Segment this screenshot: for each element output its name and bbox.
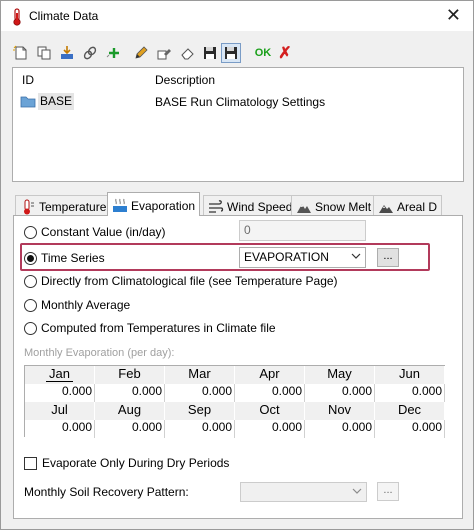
soil-recovery-browse-button[interactable]: ... (377, 482, 399, 501)
tab-label: Temperature (39, 200, 107, 214)
radio-circle (24, 298, 37, 312)
month-value-feb[interactable]: 0.000 (95, 384, 165, 402)
month-header-feb[interactable]: Feb (95, 366, 165, 384)
month-header-aug[interactable]: Aug (95, 402, 165, 420)
soil-recovery-select[interactable] (240, 482, 367, 502)
month-header-jan[interactable]: Jan (25, 366, 95, 384)
rename-icon[interactable] (154, 43, 174, 63)
month-value-jun[interactable]: 0.000 (375, 384, 445, 402)
radio-circle (24, 225, 37, 239)
title-bar: Climate Data ✕ (1, 1, 473, 31)
tab-label: Areal D (397, 200, 438, 214)
month-header-dec[interactable]: Dec (375, 402, 445, 420)
radio-label: Monthly Average (41, 298, 131, 312)
checkbox-box (24, 456, 37, 470)
radio-label: Computed from Temperatures in Climate fi… (41, 321, 276, 335)
month-value-nov[interactable]: 0.000 (305, 420, 375, 438)
month-value-may[interactable]: 0.000 (305, 384, 375, 402)
list-item-description[interactable]: BASE Run Climatology Settings (155, 95, 325, 109)
month-value-apr[interactable]: 0.000 (235, 384, 305, 402)
month-header-jul[interactable]: Jul (25, 402, 95, 420)
folder-icon (20, 96, 36, 108)
ok-button[interactable]: OK (253, 43, 273, 63)
month-header-sep[interactable]: Sep (165, 402, 235, 420)
thermometer-icon (24, 199, 34, 215)
radio-circle (24, 321, 37, 335)
radio-from-climatological-file[interactable]: Directly from Climatological file (see T… (24, 274, 338, 288)
column-header-id[interactable]: ID (22, 73, 34, 87)
link-icon[interactable] (80, 43, 100, 63)
close-button[interactable]: ✕ (446, 5, 461, 25)
column-header-description[interactable]: Description (155, 73, 215, 87)
month-header-may[interactable]: May (305, 366, 375, 384)
month-value-dec[interactable]: 0.000 (375, 420, 445, 438)
tab-strip: Temperature Evaporation Wind Speed Snow … (13, 192, 463, 216)
radio-circle (24, 251, 37, 265)
month-value-sep[interactable]: 0.000 (165, 420, 235, 438)
dry-periods-checkbox[interactable]: Evaporate Only During Dry Periods (24, 456, 229, 470)
areal-depletion-icon (379, 205, 393, 213)
month-header-apr[interactable]: Apr (235, 366, 305, 384)
climate-data-window: Climate Data ✕ OK ✗ ID Description BASE … (0, 0, 474, 530)
month-header-mar[interactable]: Mar (165, 366, 235, 384)
tab-wind-speed[interactable]: Wind Speed (203, 195, 298, 216)
cancel-button[interactable]: ✗ (275, 43, 295, 63)
tab-evaporation[interactable]: Evaporation (107, 192, 201, 216)
radio-circle (24, 274, 37, 288)
soil-recovery-label: Monthly Soil Recovery Pattern: (24, 485, 189, 499)
radio-label: Time Series (41, 251, 105, 265)
month-value-oct[interactable]: 0.000 (235, 420, 305, 438)
radio-time-series[interactable]: Time Series (24, 251, 105, 265)
radio-computed-from-temperatures[interactable]: Computed from Temperatures in Climate fi… (24, 321, 276, 335)
tab-snow-melt[interactable]: Snow Melt (291, 195, 377, 216)
tab-temperature[interactable]: Temperature (15, 195, 112, 216)
checkbox-label: Evaporate Only During Dry Periods (42, 456, 230, 470)
tab-label: Snow Melt (315, 200, 372, 214)
add-icon[interactable] (103, 43, 123, 63)
month-value-aug[interactable]: 0.000 (95, 420, 165, 438)
radio-monthly-average[interactable]: Monthly Average (24, 298, 130, 312)
time-series-value: EVAPORATION (244, 250, 329, 264)
erase-icon[interactable] (177, 43, 197, 63)
month-header-nov[interactable]: Nov (305, 402, 375, 420)
window-title: Climate Data (29, 9, 99, 23)
new-icon[interactable] (11, 43, 31, 63)
list-item-id[interactable]: BASE (38, 93, 75, 110)
radio-label: Directly from Climatological file (see T… (41, 274, 338, 288)
month-header-jun[interactable]: Jun (375, 366, 445, 384)
time-series-browse-button[interactable]: ... (377, 248, 399, 267)
save-icon[interactable] (200, 43, 220, 63)
chevron-down-icon (352, 488, 362, 494)
radio-constant-value[interactable]: Constant Value (in/day) (24, 225, 166, 239)
cancel-icon: ✗ (278, 45, 292, 62)
time-series-select[interactable]: EVAPORATION (239, 247, 366, 268)
evaporation-panel: Constant Value (in/day) 0 Time Series EV… (13, 215, 463, 519)
tab-areal-depletion[interactable]: Areal D (373, 195, 443, 216)
import-icon[interactable] (57, 43, 77, 63)
month-value-jul[interactable]: 0.000 (25, 420, 95, 438)
copy-icon[interactable] (34, 43, 54, 63)
save-as-icon[interactable] (221, 43, 241, 63)
monthly-evaporation-grid[interactable]: Jan Feb Mar Apr May Jun 0.000 0.000 0.00… (24, 365, 445, 438)
month-value-mar[interactable]: 0.000 (165, 384, 235, 402)
wind-icon (209, 200, 224, 213)
tab-label: Evaporation (131, 199, 196, 213)
month-header-oct[interactable]: Oct (235, 402, 305, 420)
evaporation-icon (113, 198, 127, 212)
ok-label: OK (254, 47, 272, 59)
edit-icon[interactable] (131, 43, 151, 63)
constant-value-input[interactable]: 0 (239, 220, 366, 241)
mountain-icon (297, 204, 311, 213)
monthly-evaporation-label: Monthly Evaporation (per day): (24, 347, 175, 359)
radio-label: Constant Value (in/day) (41, 225, 166, 239)
thermometer-app-icon (13, 8, 21, 26)
tab-label: Wind Speed (227, 200, 293, 214)
climate-list[interactable]: ID Description BASE BASE Run Climatology… (12, 67, 464, 182)
chevron-down-icon (351, 253, 361, 259)
month-value-jan[interactable]: 0.000 (25, 384, 95, 402)
